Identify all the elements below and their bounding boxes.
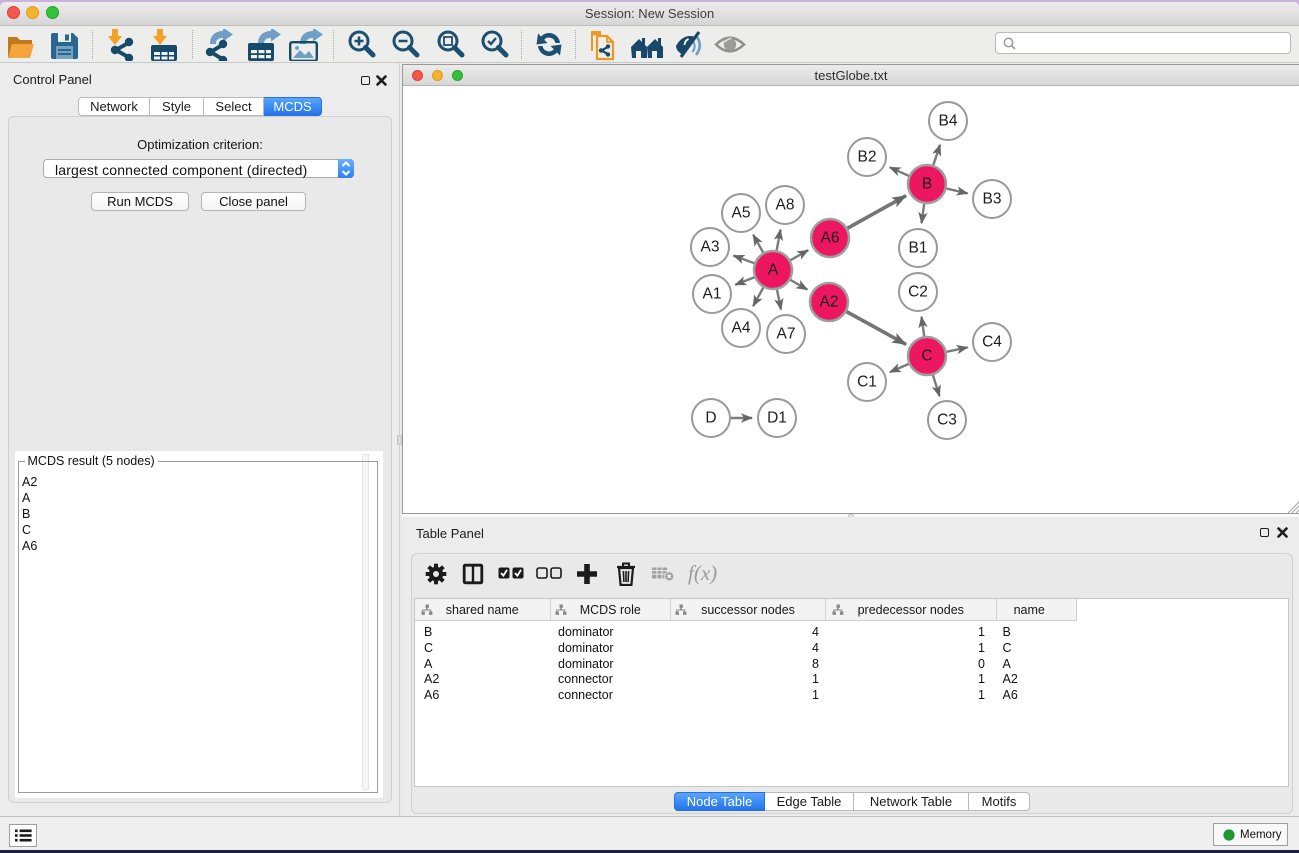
svg-text:A: A [768,262,779,279]
svg-text:A8: A8 [776,197,795,214]
svg-text:A1: A1 [703,286,722,303]
svg-text:D: D [705,410,716,427]
svg-text:C3: C3 [937,412,957,429]
svg-text:C: C [921,348,932,365]
svg-text:A4: A4 [732,320,751,337]
svg-text:A2: A2 [820,294,839,311]
svg-text:C4: C4 [982,334,1002,351]
svg-text:B: B [922,176,932,193]
svg-text:B2: B2 [858,149,877,166]
svg-text:A3: A3 [701,239,720,256]
svg-text:A5: A5 [732,205,751,222]
svg-text:D1: D1 [767,410,787,427]
svg-text:A6: A6 [821,230,840,247]
svg-text:C2: C2 [908,284,928,301]
svg-text:C1: C1 [857,374,877,391]
svg-text:B3: B3 [983,191,1002,208]
svg-text:A7: A7 [777,326,796,343]
svg-text:B1: B1 [909,240,928,257]
svg-text:B4: B4 [939,113,958,130]
